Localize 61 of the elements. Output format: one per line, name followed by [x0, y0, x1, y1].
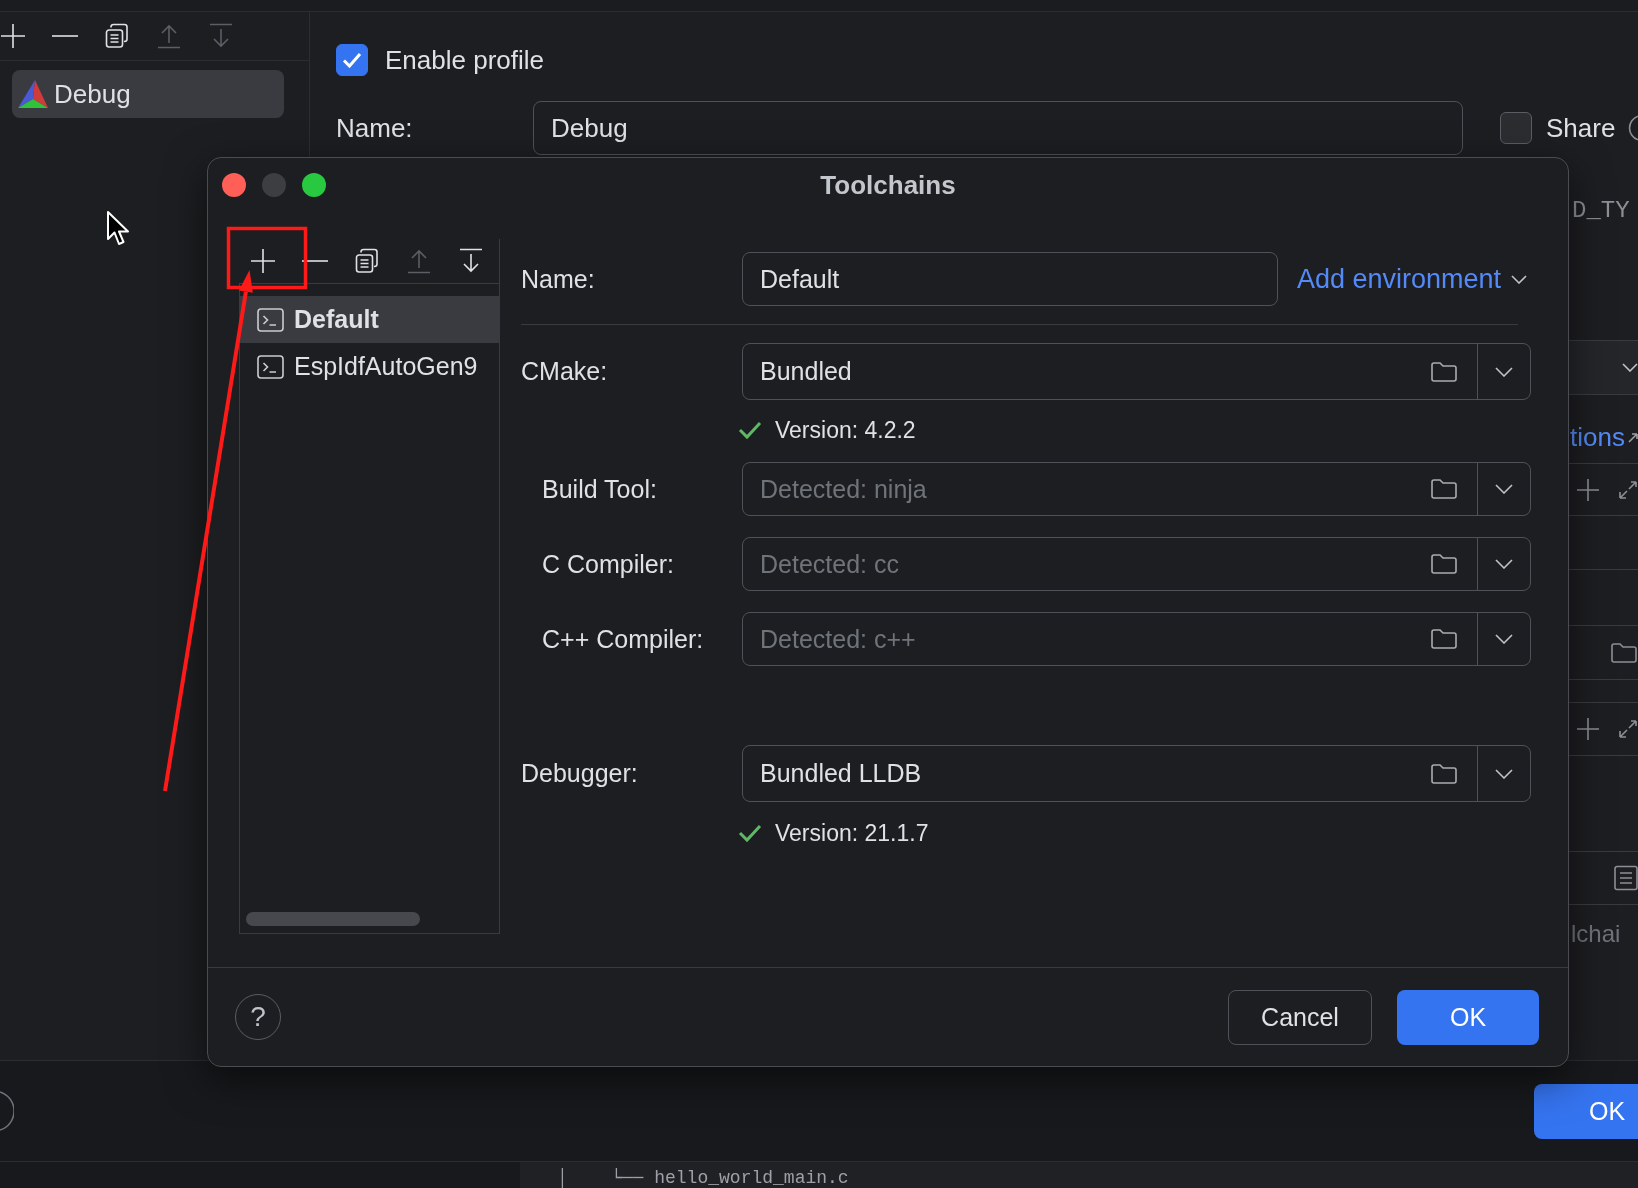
ok-button[interactable]: OK [1397, 989, 1539, 1045]
field-label: Debugger: [521, 759, 639, 788]
link[interactable]: Add environment [1297, 263, 1528, 295]
close-icon[interactable] [222, 173, 246, 197]
folder-icon[interactable] [1430, 478, 1458, 500]
combo-box[interactable]: Detected: cc [742, 537, 1531, 591]
field-label: Build Tool: [541, 474, 658, 504]
checkbox-label: Enable profile [385, 44, 544, 76]
link[interactable]: tions [1569, 423, 1625, 451]
chevron-down-icon[interactable] [1495, 484, 1513, 494]
chevron-down-icon[interactable] [1495, 366, 1513, 377]
status-text: Version: 21.1.7 [775, 819, 929, 847]
terminal-icon [257, 354, 284, 379]
field-label: Name: [336, 112, 414, 144]
chevron-down-icon [1622, 363, 1638, 372]
terminal-icon [257, 307, 284, 332]
copy-icon[interactable] [355, 248, 379, 274]
help-icon[interactable] [1628, 114, 1638, 142]
field-label: Name: [521, 264, 596, 294]
code-text: D_TY [1571, 197, 1631, 225]
name-field[interactable]: Default [742, 252, 1278, 306]
check-icon [342, 52, 362, 68]
checkbox[interactable] [336, 44, 368, 76]
checkbox[interactable] [1500, 112, 1532, 144]
folder-icon[interactable] [1430, 628, 1458, 650]
diagonal-arrow-icon [1627, 431, 1638, 443]
combo-box[interactable]: Bundled LLDB [742, 745, 1531, 802]
help-icon[interactable] [0, 1090, 14, 1132]
hint-text: lchai [1570, 920, 1622, 948]
dialog-title: Toolchains [820, 169, 956, 201]
chevron-down-icon[interactable] [1495, 559, 1513, 569]
copy-icon[interactable] [105, 23, 129, 49]
toolchain-item[interactable]: EspIdfAutoGen9 [240, 343, 499, 390]
combo-box[interactable]: Detected: ninja [742, 462, 1531, 516]
horizontal-scrollbar[interactable] [246, 912, 420, 926]
document-icon[interactable] [1614, 865, 1638, 891]
zoom-icon[interactable] [302, 173, 326, 197]
chevron-down-icon[interactable] [1495, 634, 1513, 644]
checkbox-label: Share [1546, 112, 1616, 144]
field-label: C Compiler: [541, 549, 675, 579]
toolchain-item[interactable]: Default [240, 296, 499, 343]
expand-icon[interactable] [1618, 479, 1638, 500]
folder-icon[interactable] [1430, 762, 1458, 785]
profile-item[interactable]: Debug [12, 70, 284, 118]
folder-icon[interactable] [1430, 360, 1458, 383]
field-label: C++ Compiler: [541, 624, 705, 654]
status-text: Version: 4.2.2 [775, 416, 916, 444]
file-tree-item[interactable]: │ └── hello_world_main.c [557, 1168, 849, 1188]
combo-box[interactable]: Bundled [742, 343, 1531, 400]
expand-icon[interactable] [1618, 719, 1638, 739]
name-field[interactable]: Debug [533, 101, 1463, 155]
chevron-down-icon[interactable] [1495, 768, 1513, 779]
combo-box[interactable]: Detected: c++ [742, 612, 1531, 666]
folder-icon[interactable] [1611, 641, 1638, 664]
triangle-logo-icon [18, 80, 48, 108]
pointer-cursor-icon [106, 210, 130, 248]
folder-icon[interactable] [1430, 553, 1458, 575]
ok-button[interactable]: OK [1534, 1083, 1638, 1139]
field-label: CMake: [521, 357, 609, 386]
chevron-down-icon [1511, 274, 1528, 284]
cancel-button[interactable]: Cancel [1228, 989, 1372, 1045]
